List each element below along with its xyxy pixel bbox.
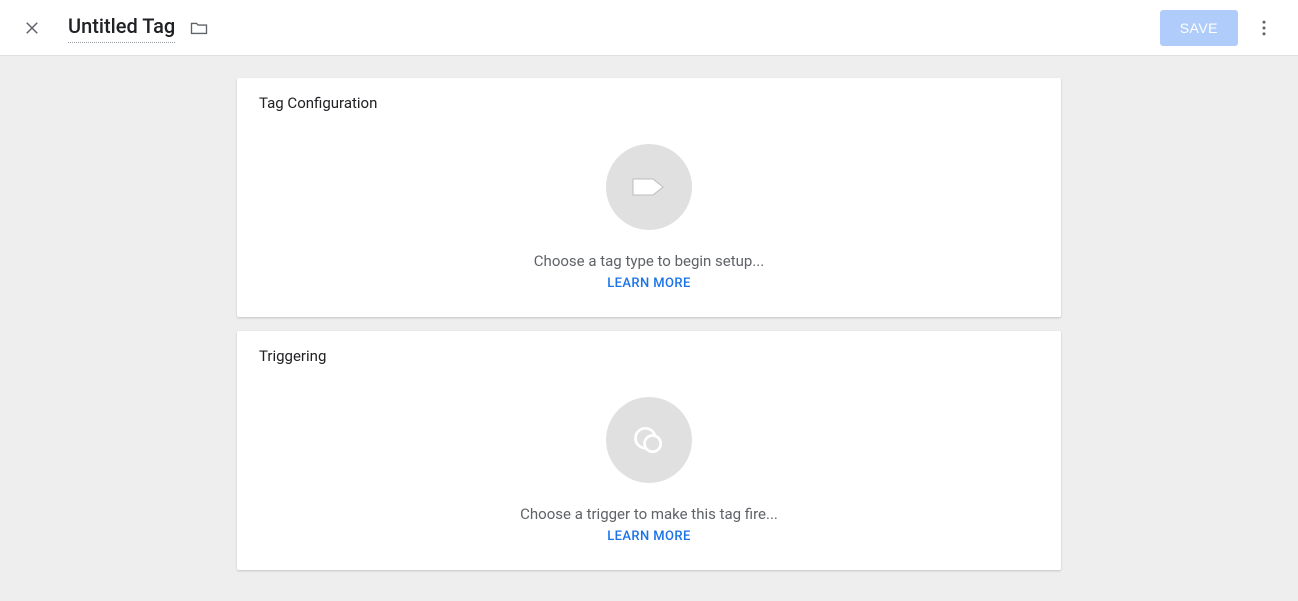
tag-configuration-hint: Choose a tag type to begin setup... [534, 252, 764, 270]
topbar: Untitled Tag SAVE [0, 0, 1298, 56]
close-button[interactable] [16, 12, 48, 44]
topbar-right: SAVE [1160, 10, 1282, 46]
tag-configuration-body: Choose a tag type to begin setup... LEAR… [237, 112, 1061, 317]
triggering-learn-more-link[interactable]: LEARN MORE [607, 529, 690, 544]
folder-icon [189, 18, 209, 38]
tag-configuration-learn-more-link[interactable]: LEARN MORE [607, 276, 690, 291]
title-wrap: Untitled Tag [68, 12, 213, 43]
content-area: Tag Configuration Choose a tag type to b… [0, 56, 1298, 584]
triggering-heading: Triggering [237, 331, 1061, 365]
triggering-card[interactable]: Triggering Choose a trigger to make this… [237, 331, 1061, 570]
more-vert-icon [1254, 18, 1274, 38]
triggering-body: Choose a trigger to make this tag fire..… [237, 365, 1061, 570]
tag-icon [631, 169, 667, 205]
trigger-icon-circle [606, 397, 692, 483]
save-button[interactable]: SAVE [1160, 10, 1238, 46]
tag-title-input[interactable]: Untitled Tag [68, 12, 175, 43]
close-icon [23, 19, 41, 37]
trigger-icon [631, 422, 667, 458]
triggering-hint: Choose a trigger to make this tag fire..… [520, 505, 778, 523]
more-menu-button[interactable] [1246, 10, 1282, 46]
tag-type-icon-circle [606, 144, 692, 230]
tag-configuration-card[interactable]: Tag Configuration Choose a tag type to b… [237, 78, 1061, 317]
tag-configuration-heading: Tag Configuration [237, 78, 1061, 112]
folder-button[interactable] [185, 14, 213, 42]
